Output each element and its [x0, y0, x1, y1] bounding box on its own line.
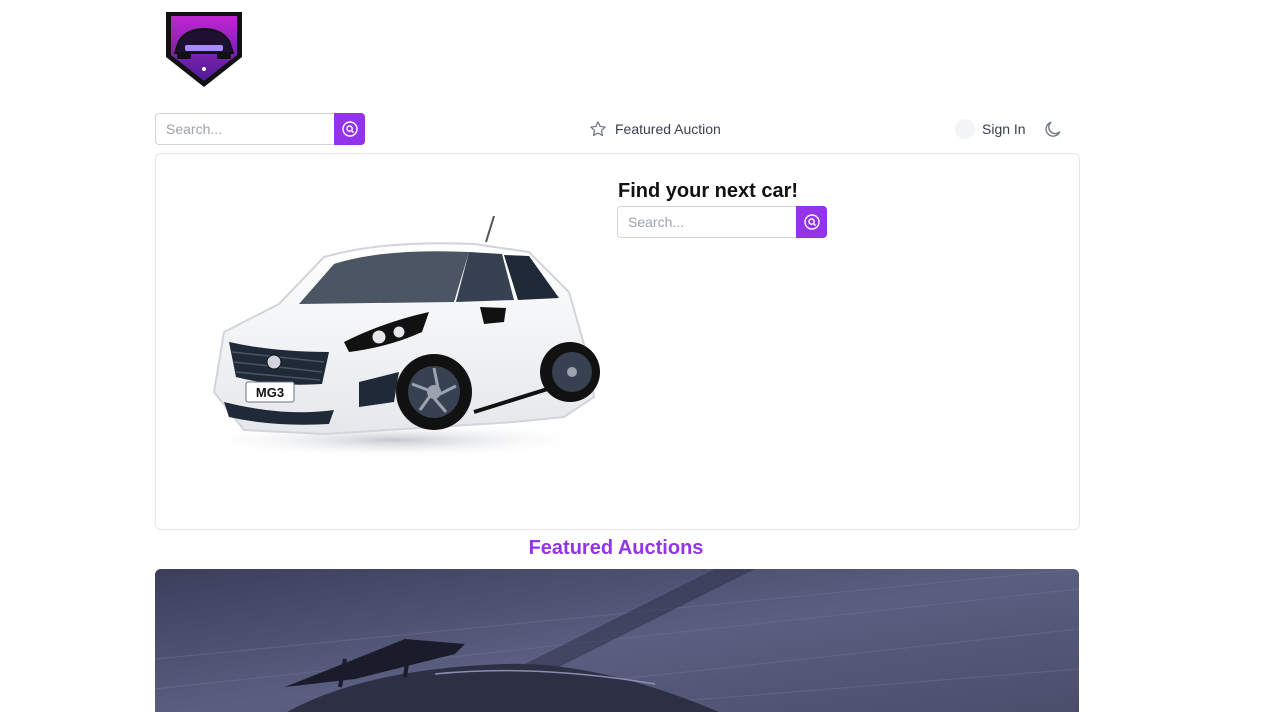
logo[interactable]: [159, 9, 249, 89]
search-circle-icon: [803, 214, 820, 230]
search-button[interactable]: [334, 113, 365, 145]
nav-search: [155, 113, 365, 145]
search-input[interactable]: [155, 113, 334, 145]
featured-auctions-title: Featured Auctions: [528, 537, 704, 559]
hero-title: Find your next car!: [618, 180, 799, 202]
featured-auction-card[interactable]: [155, 569, 1079, 712]
featured-auction-link[interactable]: Featured Auction: [589, 119, 721, 139]
hero-search-input[interactable]: [617, 206, 796, 238]
featured-auction-label: Featured Auction: [615, 121, 721, 137]
star-icon: [590, 121, 606, 137]
featured-car-image: [155, 569, 1079, 712]
hero-car-image: MG3: [194, 215, 600, 458]
avatar: [955, 119, 975, 139]
search-circle-icon: [341, 121, 358, 137]
sign-in-label: Sign In: [982, 121, 1026, 137]
hero-search: [617, 206, 827, 238]
moon-icon[interactable]: [1043, 119, 1063, 139]
hero-search-button[interactable]: [796, 206, 827, 238]
sign-in-button[interactable]: Sign In: [955, 119, 1026, 139]
license-plate-text: MG3: [256, 385, 284, 400]
